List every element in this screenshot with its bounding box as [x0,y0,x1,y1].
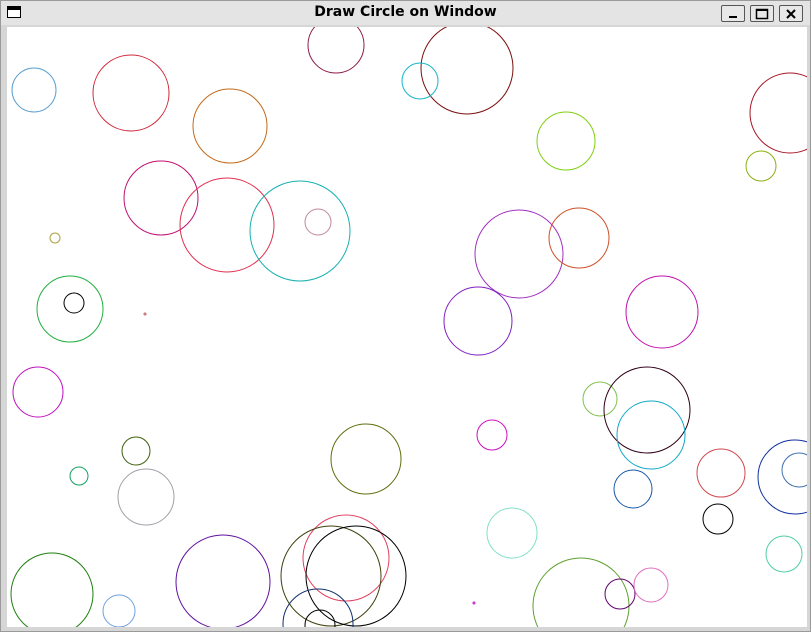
drawn-circle [307,27,365,74]
drawn-circle [179,177,275,273]
window-title: Draw Circle on Window [314,4,497,20]
app-window: Draw Circle on Window [0,0,811,632]
drawn-circle [121,436,151,466]
drawn-circle [616,400,686,470]
drawn-circle [476,419,508,451]
drawn-circle [749,72,807,154]
drawn-circle [192,88,268,164]
drawn-circle [49,232,61,244]
drawn-circle [443,286,513,356]
drawn-circle [702,503,734,535]
drawn-circle [175,534,271,627]
drawn-circle [92,54,170,132]
drawn-circle [123,160,199,236]
drawn-circle [117,468,175,526]
drawn-circle [781,452,807,488]
minimize-icon [729,15,737,18]
close-icon [786,8,796,19]
drawn-circle [536,111,596,171]
drawn-circle [696,448,746,498]
drawn-circle [625,275,699,349]
drawn-circle [604,578,636,610]
drawing-canvas[interactable] [7,27,807,627]
drawn-circle [10,552,94,627]
drawn-circle [304,208,332,236]
drawn-circle [745,150,777,182]
drawn-circle [63,292,85,314]
title-bar[interactable]: Draw Circle on Window [1,1,810,25]
drawn-circle [548,207,610,269]
drawn-circle [757,439,807,515]
minimize-button[interactable] [721,5,745,22]
drawn-circle [305,525,407,627]
drawn-circle [143,312,147,316]
drawn-circle [69,466,89,486]
drawn-circle [472,601,476,605]
drawn-circle [532,557,630,627]
drawn-circle [102,594,136,627]
drawn-circle [582,381,618,417]
drawn-circle [11,67,57,113]
maximize-button[interactable] [750,5,774,22]
drawn-circle [401,62,439,100]
drawn-circle [474,209,564,299]
circles-layer [10,27,807,627]
drawn-circle [613,469,653,509]
drawn-circle [330,423,402,495]
maximize-icon [755,8,769,19]
drawn-circle [633,567,669,603]
drawn-circle [12,366,64,418]
close-button[interactable] [779,5,803,22]
drawn-circle [486,507,538,559]
drawn-circle [36,275,104,343]
drawn-circle [249,180,351,282]
drawn-circle [765,535,803,573]
drawn-circle [280,525,382,627]
